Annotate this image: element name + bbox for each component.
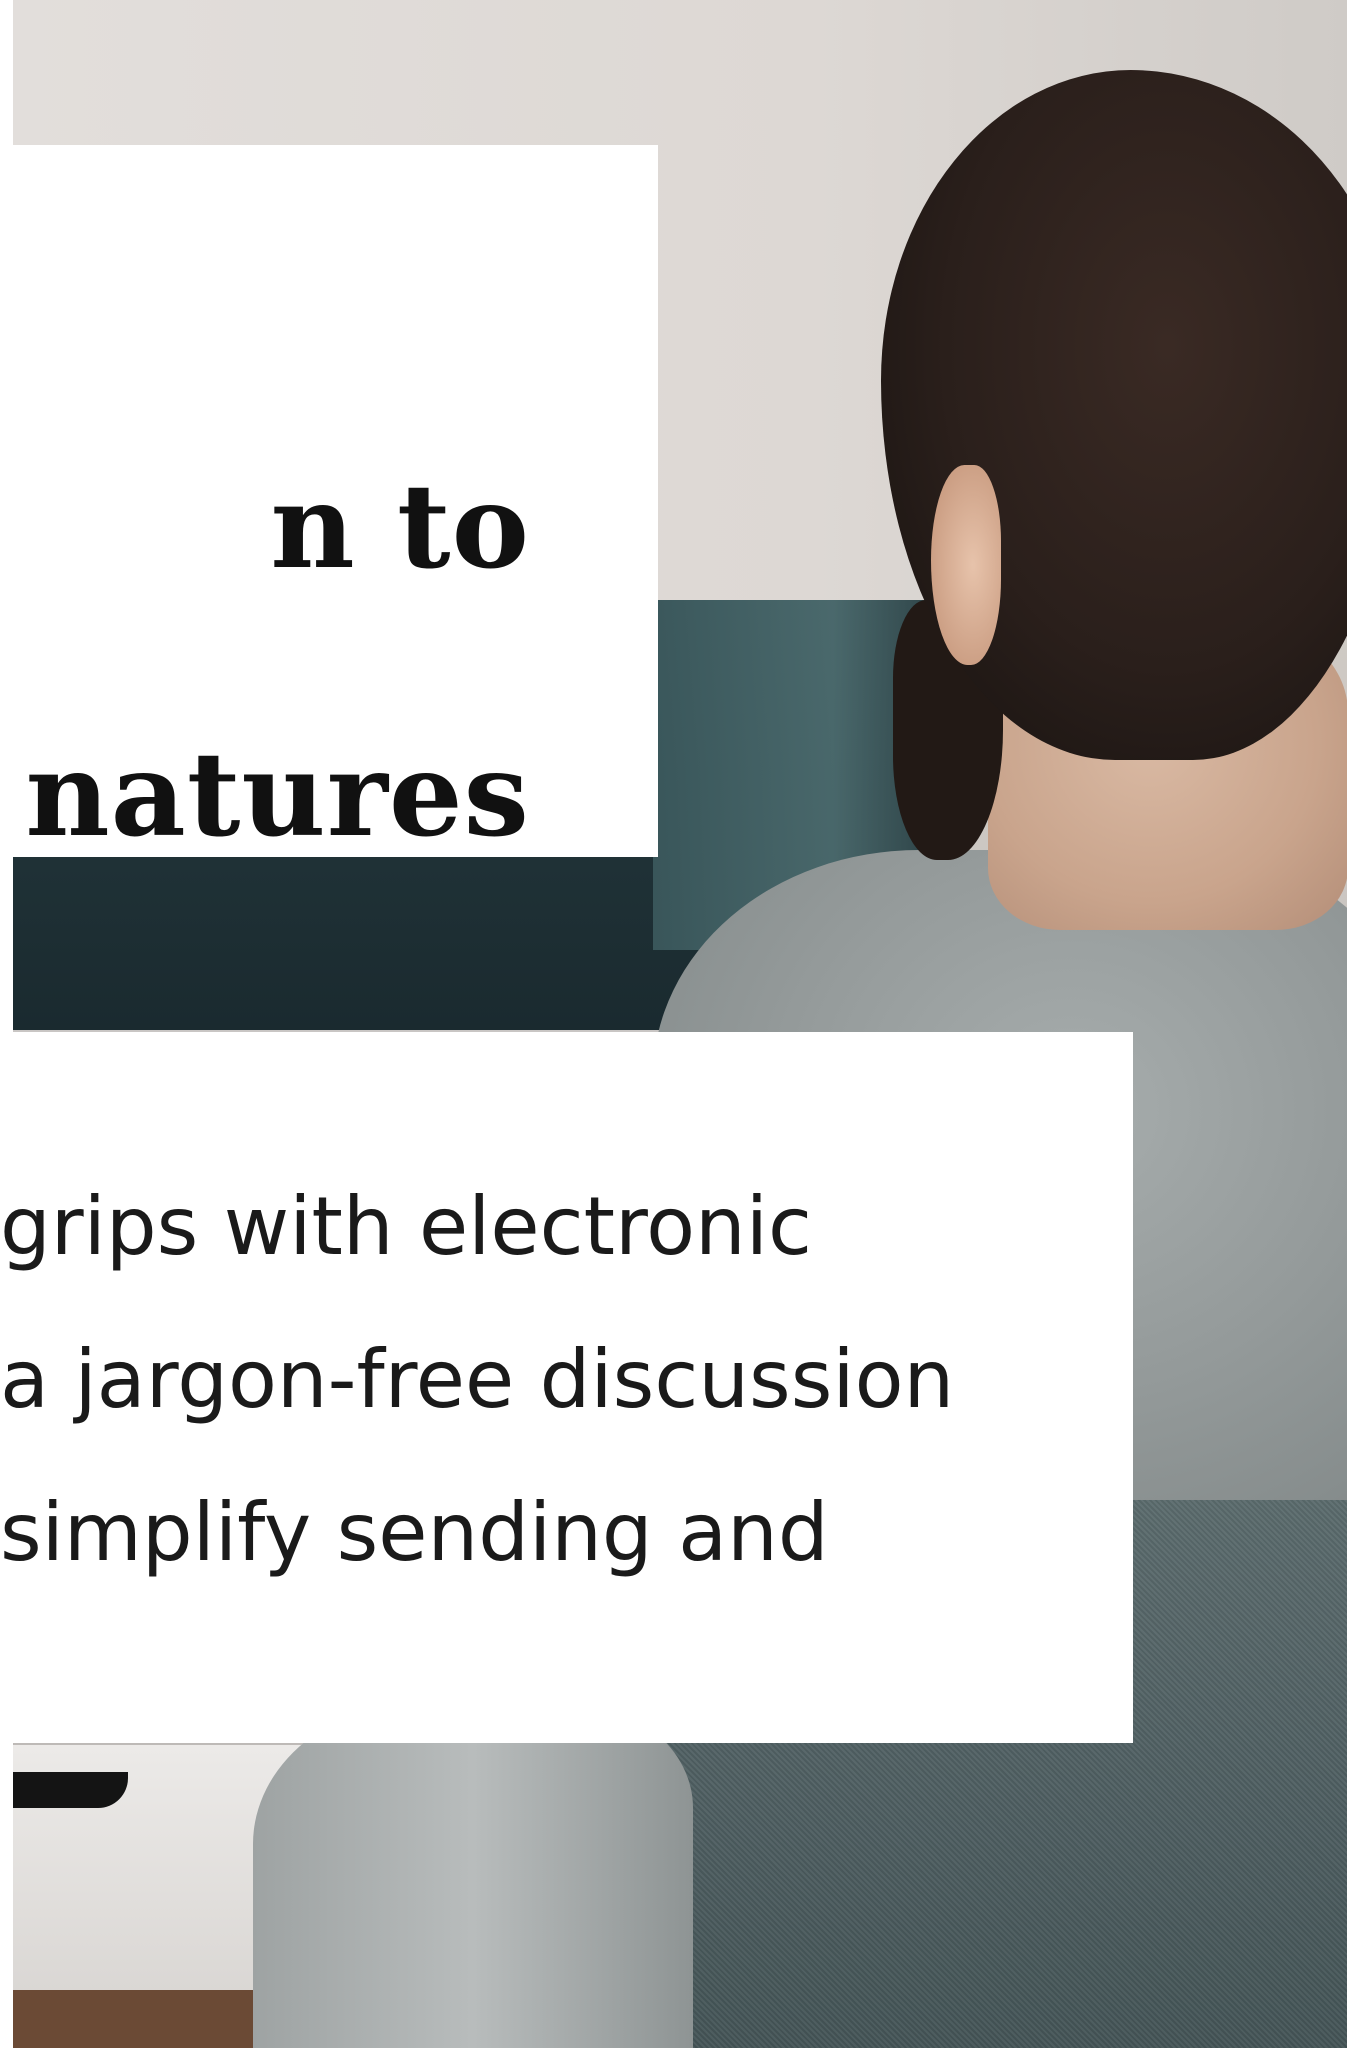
photo-sleeve xyxy=(253,1700,693,2048)
description-line-2: a jargon-free discussion xyxy=(0,1333,955,1426)
title-card: n to natures xyxy=(0,145,658,857)
photo-ear xyxy=(931,465,1001,665)
description-line-1: grips with electronic xyxy=(0,1180,812,1273)
hero-description: grips with electronic a jargon-free disc… xyxy=(0,1150,954,1609)
description-line-3: simplify sending and xyxy=(0,1486,829,1579)
hero-title: n to natures xyxy=(25,393,530,857)
hero-title-line-1: n to xyxy=(270,459,530,595)
hero-title-line-2: natures xyxy=(25,727,530,857)
photo-drawer-handle xyxy=(13,1772,128,1808)
description-card: grips with electronic a jargon-free disc… xyxy=(0,1032,1133,1743)
